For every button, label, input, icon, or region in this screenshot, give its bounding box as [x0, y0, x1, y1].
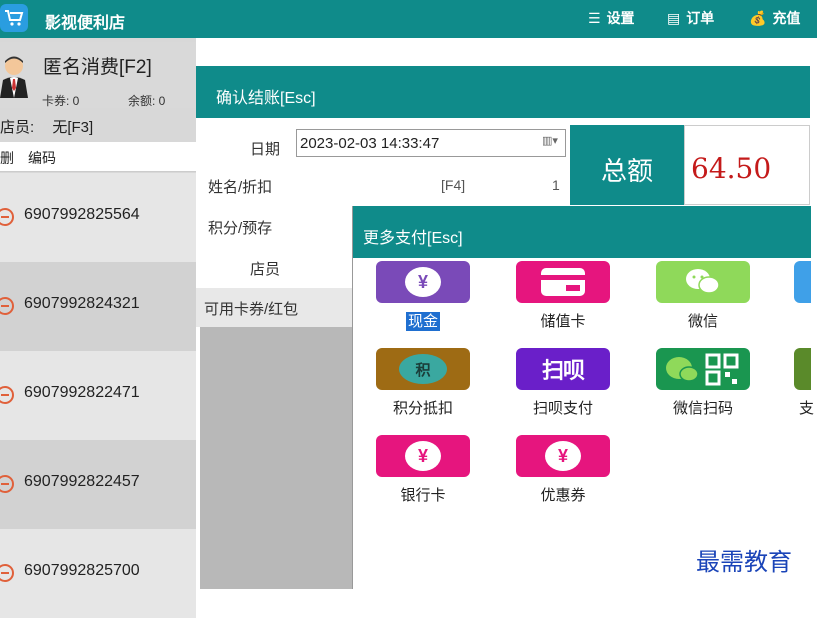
cash-label: 现金 — [405, 312, 440, 331]
balance: 余额: 0 — [128, 94, 166, 108]
more-payment-dialog: 更多支付[Esc] ¥ 现金 储值卡 微信 积 积分抵扣 扫呗 扫呗支付 微信扫… — [352, 206, 814, 589]
wechat-tile[interactable] — [656, 261, 750, 303]
partial-label: 支 — [799, 400, 815, 417]
points-tile[interactable]: 积 — [376, 348, 470, 390]
pay-saobei[interactable]: 扫呗 扫呗支付 — [515, 348, 611, 418]
wechat-qr-icon — [666, 353, 739, 386]
bank-card-label: 银行卡 — [400, 487, 446, 504]
points-label: 积分/预存 — [208, 220, 273, 237]
item-code: 6907992825564 — [24, 206, 140, 223]
date-value: 2023-02-03 14:33:47 — [300, 135, 440, 152]
menu-icon: ☰ — [588, 9, 601, 26]
total-amount: 64.50 — [684, 125, 810, 205]
cart-icon — [0, 4, 28, 32]
pay-bank-card[interactable]: ¥ 银行卡 — [375, 435, 471, 505]
orders-menu[interactable]: ▤ 订单 — [667, 8, 714, 28]
coupon-pay-label: 优惠券 — [540, 487, 586, 504]
wechat-icon — [686, 269, 720, 294]
pay-partial-tile[interactable] — [794, 261, 811, 303]
stored-card-label: 储值卡 — [540, 313, 586, 330]
table-row[interactable]: 6907992822471 — [0, 351, 196, 440]
avatar — [0, 54, 30, 98]
wechat-label: 微信 — [687, 313, 718, 330]
yen-icon: ¥ — [545, 441, 581, 471]
points-label: 积分抵扣 — [392, 400, 453, 417]
money-bag-icon: 💰 — [749, 9, 767, 26]
left-panel: 匿名消费[F2] 卡券: 0 余额: 0 店员: 无[F3] 删 编码 6907… — [0, 38, 196, 618]
clerk-field-label: 店员 — [250, 261, 281, 278]
coupon-row[interactable]: 可用卡券/红包 — [196, 288, 352, 327]
settings-menu[interactable]: ☰ 设置 — [588, 8, 635, 28]
member-name: 匿名消费[F2] — [43, 57, 152, 78]
stored-card-tile[interactable] — [516, 261, 610, 303]
recharge-label: 充值 — [772, 10, 801, 26]
more-payment-title: 更多支付[Esc] — [353, 206, 811, 258]
name-discount-label: 姓名/折扣 — [208, 179, 273, 196]
discount-value: 1 — [552, 177, 560, 193]
clerk-label: 店员: — [0, 119, 35, 136]
yen-icon: ¥ — [405, 441, 441, 471]
date-label: 日期 — [250, 141, 281, 158]
checkout-title: 确认结账[Esc] — [196, 66, 810, 118]
item-code: 6907992825700 — [24, 562, 140, 579]
coupon-label: 可用卡券/红包 — [204, 301, 299, 318]
saobei-tile[interactable]: 扫呗 — [516, 348, 610, 390]
cash-tile[interactable]: ¥ — [376, 261, 470, 303]
calendar-dropdown-icon[interactable]: ▥▾ — [537, 134, 563, 152]
card-icon — [541, 268, 585, 296]
yen-icon: ¥ — [405, 267, 441, 297]
pay-stored-card[interactable]: 储值卡 — [515, 261, 611, 331]
member-card[interactable]: 匿名消费[F2] 卡券: 0 余额: 0 — [0, 42, 196, 108]
pay-cash[interactable]: ¥ 现金 — [375, 261, 471, 331]
coupon-count: 卡券: 0 — [42, 94, 80, 108]
coupon-list-area — [200, 327, 352, 589]
pay-partial-tile-2[interactable] — [794, 348, 811, 390]
code-column-header: 编码 — [28, 150, 56, 166]
table-row[interactable]: 6907992824321 — [0, 262, 196, 351]
pay-wechat[interactable]: 微信 — [655, 261, 751, 331]
table-row[interactable]: 6907992822457 — [0, 440, 196, 529]
remove-icon[interactable] — [0, 564, 14, 582]
total-label: 总额 — [570, 125, 684, 205]
saobei-icon: 扫呗 — [541, 358, 585, 383]
date-field[interactable]: 2023-02-03 14:33:47 ▥▾ — [296, 129, 566, 157]
delete-column-header: 删 — [0, 150, 14, 166]
coupon-tile[interactable]: ¥ — [516, 435, 610, 477]
remove-icon[interactable] — [0, 475, 14, 493]
pay-wechat-scan[interactable]: 微信扫码 — [655, 348, 751, 418]
saobei-label: 扫呗支付 — [532, 400, 593, 417]
recharge-menu[interactable]: 💰 充值 — [749, 8, 800, 28]
item-code: 6907992824321 — [24, 295, 140, 312]
pay-points[interactable]: 积 积分抵扣 — [375, 348, 471, 418]
name-shortcut: [F4] — [441, 177, 466, 193]
list-header: 删 编码 — [0, 142, 196, 172]
item-code: 6907992822457 — [24, 473, 140, 490]
remove-icon[interactable] — [0, 208, 14, 226]
clerk-row[interactable]: 店员: 无[F3] — [0, 116, 93, 137]
bank-card-tile[interactable]: ¥ — [376, 435, 470, 477]
order-icon: ▤ — [667, 9, 681, 26]
watermark: 最需教育 — [696, 548, 792, 576]
points-icon: 积 — [399, 354, 447, 384]
item-code: 6907992822471 — [24, 384, 140, 401]
orders-label: 订单 — [686, 10, 715, 26]
clerk-value: 无[F3] — [52, 119, 94, 136]
table-row[interactable]: 6907992825564 — [0, 173, 196, 262]
app-title: 影视便利店 — [45, 15, 126, 32]
table-row[interactable]: 6907992825700 — [0, 529, 196, 618]
top-bar: 影视便利店 ☰ 设置 ▤ 订单 💰 充值 — [0, 0, 817, 38]
pay-coupon[interactable]: ¥ 优惠券 — [515, 435, 611, 505]
remove-icon[interactable] — [0, 297, 14, 315]
wechat-scan-tile[interactable] — [656, 348, 750, 390]
settings-label: 设置 — [606, 10, 635, 26]
remove-icon[interactable] — [0, 386, 14, 404]
wechat-scan-label: 微信扫码 — [672, 400, 733, 417]
